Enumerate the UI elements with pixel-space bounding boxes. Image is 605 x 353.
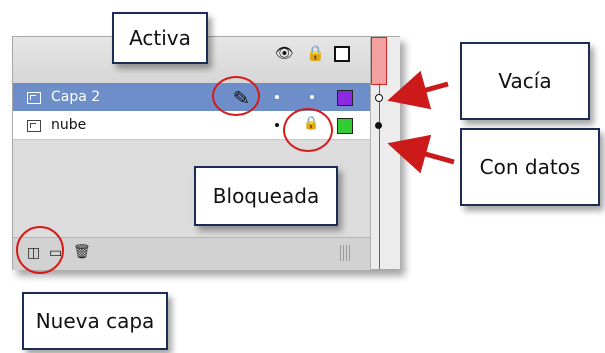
arrow-to-empty-keyframe — [387, 70, 449, 110]
arrow-to-keyframe — [387, 134, 455, 174]
annotation-arrows — [387, 70, 455, 174]
